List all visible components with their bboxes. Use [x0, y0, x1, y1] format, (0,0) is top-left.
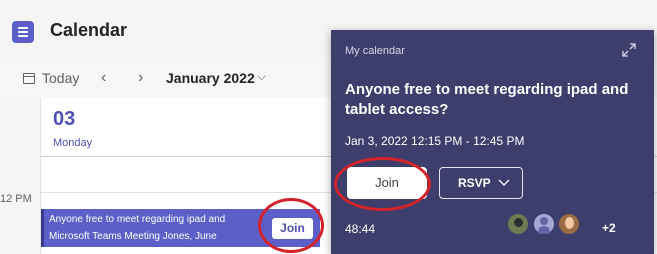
- calendar-day-icon: [23, 73, 35, 84]
- event-title: Anyone free to meet regarding ipad and: [49, 214, 226, 225]
- rsvp-label: RSVP: [458, 176, 491, 190]
- today-button[interactable]: Today: [42, 70, 79, 86]
- avatar[interactable]: [532, 212, 556, 236]
- day-date: 03: [53, 108, 76, 130]
- avatar[interactable]: [557, 212, 581, 236]
- popup-title: Anyone free to meet regarding ipad and t…: [345, 81, 629, 118]
- highlight-ring: [334, 157, 431, 211]
- meeting-duration: 48:44: [345, 222, 376, 236]
- expand-icon[interactable]: [622, 43, 636, 57]
- popup-calendar-label: My calendar: [345, 45, 405, 57]
- more-attendees-count[interactable]: +2: [602, 221, 616, 235]
- chevron-down-icon: [498, 179, 510, 186]
- highlight-ring: [258, 198, 324, 253]
- avatar[interactable]: [506, 212, 530, 236]
- day-name: Monday: [53, 137, 93, 149]
- next-icon[interactable]: ›: [138, 69, 143, 87]
- chevron-down-icon[interactable]: ⌵: [257, 69, 266, 84]
- time-column: [0, 98, 41, 254]
- previous-icon[interactable]: ‹: [101, 69, 106, 87]
- event-popup: My calendar Anyone free to meet regardin…: [331, 30, 654, 254]
- app-title: Calendar: [50, 20, 128, 40]
- time-label: 12 PM: [0, 193, 32, 205]
- rsvp-button[interactable]: RSVP: [439, 167, 523, 199]
- popup-time: Jan 3, 2022 12:15 PM - 12:45 PM: [345, 134, 525, 148]
- month-selector[interactable]: January 2022: [166, 70, 255, 86]
- calendar-app-icon: [12, 21, 34, 43]
- event-subtitle: Microsoft Teams Meeting Jones, June: [49, 231, 217, 242]
